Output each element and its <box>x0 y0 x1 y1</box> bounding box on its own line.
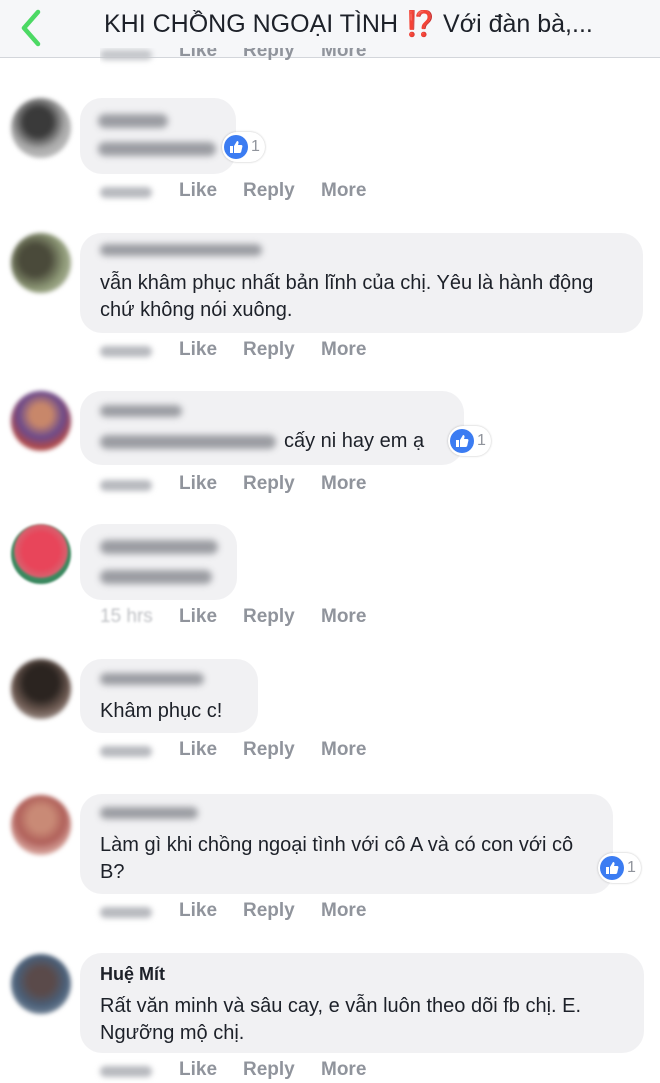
comment-actions: 15 hrs Like Reply More <box>100 606 400 630</box>
more-link[interactable]: More <box>321 1059 366 1081</box>
timestamp-blur <box>100 50 152 60</box>
commenter-name-blurred <box>100 807 198 819</box>
comment-bubble[interactable]: Khâm phục c! <box>80 659 258 733</box>
timestamp: 15 hrs <box>100 606 153 627</box>
comment-text: Khâm phục c! <box>100 700 223 722</box>
like-reaction-icon <box>224 135 248 159</box>
reaction-count[interactable]: 1 <box>222 132 265 162</box>
comment-item: Huệ Mít Rất văn minh và sâu cay, e vẫn l… <box>0 951 660 1081</box>
comment-bubble[interactable]: Huệ Mít Rất văn minh và sâu cay, e vẫn l… <box>80 953 644 1053</box>
comment-text: Làm gì khi chồng ngoại tình với cô A và … <box>100 834 574 883</box>
page-title: KHI CHỒNG NGOẠI TÌNH ⁉️ Với đàn bà,... <box>104 10 593 38</box>
like-link[interactable]: Like <box>179 739 217 761</box>
comment-item: vẫn khâm phục nhất bản lĩnh của chị. Yêu… <box>0 230 660 360</box>
like-link[interactable]: Like <box>179 180 217 202</box>
commenter-tag-blurred <box>98 142 216 156</box>
comment-bubble[interactable]: Làm gì khi chồng ngoại tình với cô A và … <box>80 794 613 894</box>
more-link[interactable]: More <box>321 606 366 628</box>
avatar[interactable] <box>11 391 71 451</box>
comment-item: Làm gì khi chồng ngoại tình với cô A và … <box>0 792 660 922</box>
reply-link[interactable]: Reply <box>243 1059 295 1081</box>
avatar[interactable] <box>11 524 71 584</box>
reply-link[interactable]: Reply <box>243 739 295 761</box>
more-link[interactable]: More <box>321 473 366 495</box>
commenter-name-blurred <box>100 244 262 256</box>
timestamp-blurred <box>100 480 152 491</box>
commenter-name-blurred <box>100 405 182 417</box>
like-link[interactable]: Like <box>179 473 217 495</box>
commenter-name-blurred <box>100 540 218 554</box>
reaction-count-label: 1 <box>251 138 260 155</box>
commenter-name[interactable]: Huệ Mít <box>100 964 165 985</box>
comment-actions: Like Reply More <box>100 900 400 924</box>
like-link[interactable]: Like <box>179 339 217 361</box>
reply-link[interactable]: Reply <box>243 606 295 628</box>
comment-item: 15 hrs Like Reply More <box>0 524 660 634</box>
comment-item: Khâm phục c! Like Reply More <box>0 659 660 769</box>
avatar[interactable] <box>11 98 71 158</box>
like-link[interactable]: Like <box>179 1059 217 1081</box>
reply-link[interactable]: Reply <box>243 339 295 361</box>
comment-bubble[interactable]: vẫn khâm phục nhất bản lĩnh của chị. Yêu… <box>80 233 643 333</box>
avatar[interactable] <box>11 954 71 1014</box>
comment-actions: Like Reply More <box>100 180 400 204</box>
comment-text: vẫn khâm phục nhất bản lĩnh của chị. Yêu… <box>100 272 594 321</box>
chevron-left-icon <box>21 9 41 47</box>
more-link[interactable]: More <box>321 180 366 202</box>
reaction-count[interactable]: 1 <box>448 426 491 456</box>
reply-link[interactable]: Reply <box>243 48 295 62</box>
like-link[interactable]: Like <box>179 606 217 628</box>
comment-actions: Like Reply More <box>100 339 400 363</box>
comment-actions: Like Reply More <box>100 1059 400 1083</box>
comment-actions: Like Reply More <box>100 739 400 763</box>
comment-item: 1 Like Reply More <box>0 98 660 208</box>
timestamp-blurred <box>100 746 152 757</box>
commenter-tag-blurred <box>100 435 276 449</box>
comment-bubble[interactable] <box>80 98 236 174</box>
timestamp-blurred <box>100 187 152 198</box>
like-link[interactable]: Like <box>179 900 217 922</box>
timestamp-blurred <box>100 346 152 357</box>
commenter-tag-blurred <box>100 570 212 584</box>
like-link[interactable]: Like <box>179 48 217 62</box>
reaction-count-label: 1 <box>477 432 486 449</box>
reply-link[interactable]: Reply <box>243 900 295 922</box>
more-link[interactable]: More <box>321 48 366 62</box>
timestamp-blurred <box>100 907 152 918</box>
comment-item: cấy ni hay em ạ 1 Like Reply More <box>0 391 660 501</box>
avatar[interactable] <box>11 659 71 719</box>
previous-comment-actions: Like Reply More <box>100 48 400 68</box>
like-reaction-icon <box>600 856 624 880</box>
reply-link[interactable]: Reply <box>243 180 295 202</box>
avatar[interactable] <box>11 795 71 855</box>
reaction-count-label: 1 <box>627 859 636 876</box>
more-link[interactable]: More <box>321 739 366 761</box>
reply-link[interactable]: Reply <box>243 473 295 495</box>
more-link[interactable]: More <box>321 339 366 361</box>
timestamp-blurred <box>100 1066 152 1077</box>
comment-actions: Like Reply More <box>100 473 400 497</box>
like-reaction-icon <box>450 429 474 453</box>
comment-text: cấy ni hay em ạ <box>284 430 425 452</box>
back-button[interactable] <box>14 6 50 50</box>
comment-text: Rất văn minh và sâu cay, e vẫn luôn theo… <box>100 995 582 1044</box>
commenter-name-blurred <box>100 673 204 685</box>
comment-bubble[interactable] <box>80 524 237 600</box>
commenter-name-blurred <box>98 114 168 128</box>
comment-bubble[interactable]: cấy ni hay em ạ <box>80 391 464 465</box>
more-link[interactable]: More <box>321 900 366 922</box>
reaction-count[interactable]: 1 <box>598 853 641 883</box>
avatar[interactable] <box>11 233 71 293</box>
